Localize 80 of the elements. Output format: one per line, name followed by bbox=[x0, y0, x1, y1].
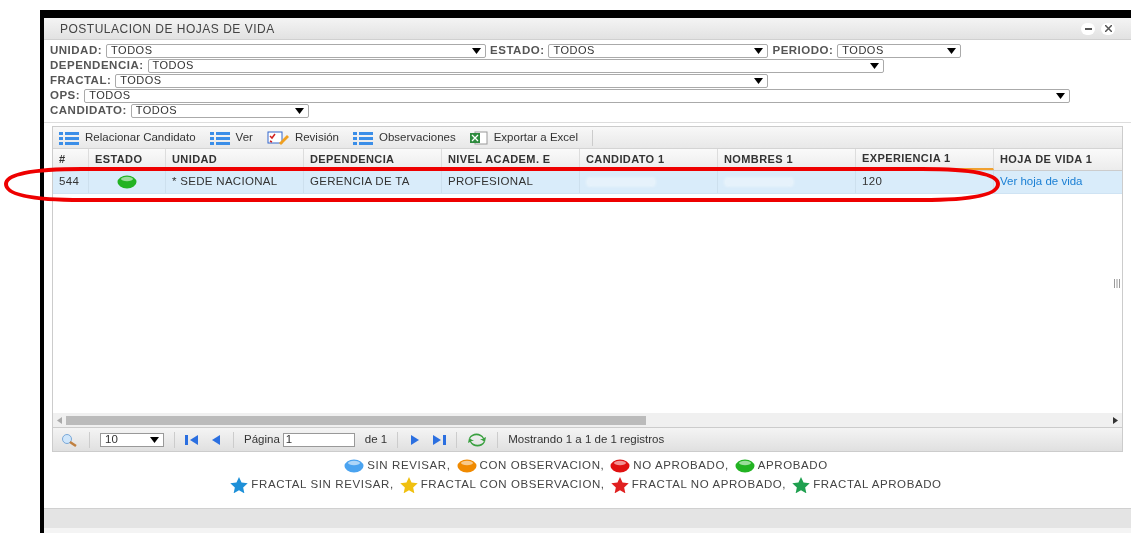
toolbar-button[interactable]: Ver bbox=[209, 128, 253, 147]
column-header[interactable]: UNIDAD bbox=[166, 149, 304, 170]
dropdown-value: TODOS bbox=[89, 88, 131, 104]
caret-icon bbox=[754, 77, 764, 84]
minimize-button[interactable] bbox=[1081, 22, 1095, 35]
list-icon bbox=[353, 130, 373, 145]
dropdown-value: TODOS bbox=[842, 43, 884, 59]
legend-label: FRACTAL SIN REVISAR, bbox=[251, 477, 394, 493]
page-count: de 1 bbox=[364, 431, 388, 447]
records-info: Mostrando 1 a 1 de 1 registros bbox=[508, 431, 665, 447]
filter-dropdown[interactable]: TODOS bbox=[106, 43, 487, 58]
filter-label: FRACTAL: bbox=[50, 72, 112, 88]
page-size-dropdown[interactable]: 10 bbox=[100, 432, 164, 447]
table-cell-text: PROFESIONAL bbox=[448, 174, 534, 190]
filter-label: PERIODO: bbox=[772, 42, 834, 58]
caret-icon bbox=[754, 47, 764, 54]
scroll-grip-icon bbox=[1114, 279, 1120, 288]
caret-icon bbox=[294, 107, 304, 114]
legend-label: APROBADO bbox=[757, 458, 828, 473]
filter-dropdown[interactable]: TODOS bbox=[548, 43, 769, 58]
dropdown-value: TODOS bbox=[152, 58, 194, 74]
scroll-right-icon bbox=[1113, 416, 1118, 424]
toolbar-button[interactable]: Revisión bbox=[266, 128, 339, 147]
column-header[interactable]: NIVEL ACADEM. E bbox=[442, 149, 580, 170]
column-header[interactable]: DEPENDENCIA bbox=[304, 149, 442, 170]
list-icon bbox=[209, 130, 230, 145]
column-header[interactable]: # bbox=[53, 149, 89, 170]
filter-dropdown[interactable]: TODOS bbox=[130, 103, 309, 118]
toolbar-button[interactable]: Exportar a Excel bbox=[469, 128, 579, 147]
toolbar-button[interactable]: Relacionar Candidato bbox=[59, 128, 196, 147]
dropdown-value: 10 bbox=[105, 431, 118, 447]
filter-dropdown[interactable]: TODOS bbox=[115, 73, 769, 88]
toolbar-button[interactable]: Observaciones bbox=[353, 128, 456, 147]
caret-icon bbox=[869, 62, 879, 69]
resume-link[interactable]: Ver hoja de vida bbox=[1000, 173, 1083, 191]
filter-label: UNIDAD: bbox=[50, 42, 103, 58]
table-row[interactable]: 544 * SEDE NACIONAL GERENCIA DE TA PROFESIONAL 120 Ver hoja de vida bbox=[53, 171, 1122, 194]
table-cell-text: GERENCIA DE TA bbox=[310, 174, 410, 190]
column-header[interactable]: ESTADO bbox=[89, 149, 166, 170]
column-header[interactable]: CANDIDATO 1 bbox=[580, 149, 718, 170]
table-cell-text: * SEDE NACIONAL bbox=[172, 174, 278, 190]
page-input[interactable]: 1 bbox=[282, 432, 355, 447]
dropdown-value: TODOS bbox=[135, 103, 178, 119]
dropdown-value: TODOS bbox=[553, 43, 595, 59]
caret-icon bbox=[150, 436, 159, 443]
legend-label: FRACTAL NO APROBADO, bbox=[631, 477, 787, 493]
filter-label: CANDIDATO: bbox=[50, 102, 127, 118]
page-label: Página bbox=[244, 431, 280, 447]
checklist-pencil-icon bbox=[266, 130, 289, 145]
legend-label: CON OBSERVACION, bbox=[479, 458, 605, 473]
refresh-icon[interactable] bbox=[467, 432, 488, 447]
legend-label: FRACTAL APROBADO bbox=[813, 477, 942, 493]
spreadsheet-icon bbox=[469, 130, 488, 145]
filter-dropdown[interactable]: TODOS bbox=[84, 88, 1071, 103]
first-page-icon[interactable] bbox=[185, 434, 199, 445]
column-header[interactable]: NOMBRES 1 bbox=[718, 149, 856, 170]
close-icon bbox=[1104, 25, 1112, 32]
dropdown-value: TODOS bbox=[111, 43, 153, 59]
filter-dropdown[interactable]: TODOS bbox=[837, 43, 962, 58]
filter-label: OPS: bbox=[50, 87, 81, 103]
legend-label: FRACTAL CON OBSERVACION, bbox=[420, 477, 605, 493]
last-page-icon[interactable] bbox=[432, 434, 447, 445]
filter-label: DEPENDENCIA: bbox=[50, 57, 144, 73]
dropdown-value: TODOS bbox=[120, 73, 162, 89]
table-cell-text: 544 bbox=[59, 174, 80, 190]
search-icon[interactable] bbox=[61, 432, 79, 447]
caret-icon bbox=[472, 47, 482, 54]
list-icon bbox=[59, 130, 79, 145]
legend-label: SIN REVISAR, bbox=[367, 458, 451, 473]
table-cell-text: 120 bbox=[862, 174, 883, 190]
column-header[interactable]: HOJA DE VIDA 1 bbox=[994, 149, 1131, 170]
filter-label: ESTADO: bbox=[490, 42, 545, 58]
horizontal-scrollbar[interactable] bbox=[53, 413, 1122, 427]
legend-label: NO APROBADO, bbox=[633, 458, 729, 473]
caret-icon bbox=[947, 47, 957, 54]
filter-dropdown[interactable]: TODOS bbox=[147, 58, 884, 73]
window-title: POSTULACION DE HOJAS DE VIDA bbox=[60, 20, 275, 38]
caret-icon bbox=[1056, 92, 1066, 99]
close-button[interactable] bbox=[1101, 22, 1115, 35]
scroll-left-icon bbox=[57, 416, 62, 424]
